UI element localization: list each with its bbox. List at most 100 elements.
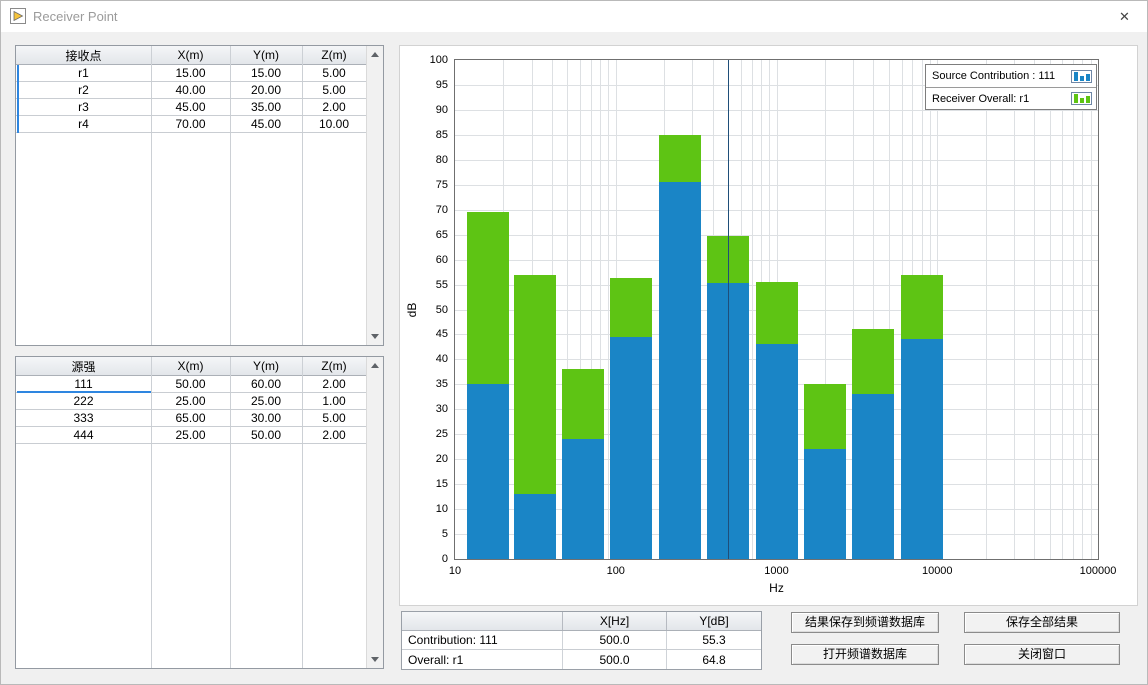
y-tick-label: 65 (400, 229, 448, 241)
receiver-point-table[interactable]: 接收点X(m)Y(m)Z(m)r115.0015.005.00r240.0020… (15, 45, 384, 346)
table-row[interactable]: r115.0015.005.00 (16, 65, 366, 82)
y-tick-label: 95 (400, 79, 448, 91)
x-tick-label: 10 (449, 565, 461, 577)
plot-legend[interactable]: Source Contribution : 111Receiver Overal… (925, 64, 1097, 110)
table-header-cell: X(m) (151, 357, 230, 375)
table-cell: 45.00 (151, 99, 230, 115)
y-tick-label: 45 (400, 328, 448, 340)
legend-plot-style-icon (1071, 92, 1092, 105)
bar-segment-overall (852, 329, 894, 394)
x-axis-ticks: 10100100010000100000 (454, 565, 1099, 579)
y-tick-label: 90 (400, 104, 448, 116)
table-cell: r1 (16, 65, 151, 81)
table-row[interactable]: r345.0035.002.00 (16, 99, 366, 116)
readout-cell: 500.0 (563, 650, 667, 669)
table-cell: r2 (16, 82, 151, 98)
cursor-line[interactable] (728, 60, 729, 559)
bar-segment-overall (659, 135, 701, 182)
table-header-cell: Y(m) (230, 46, 302, 64)
readout-cell: Overall: r1 (402, 650, 563, 669)
table-header-cell: 接收点 (16, 46, 151, 64)
table-cell: r3 (16, 99, 151, 115)
table-cell: 5.00 (302, 65, 366, 81)
y-tick-label: 40 (400, 353, 448, 365)
table-cell: 30.00 (230, 410, 302, 426)
readout-row[interactable]: Contribution: 111500.055.3 (402, 631, 761, 650)
bar-segment-contribution (756, 344, 798, 559)
table-cell: 444 (16, 427, 151, 443)
bar-segment-contribution (659, 182, 701, 559)
table-cell: 35.00 (230, 99, 302, 115)
table-header-row: 接收点X(m)Y(m)Z(m) (16, 46, 366, 65)
table-cell: 2.00 (302, 99, 366, 115)
table-cell: 50.00 (230, 427, 302, 443)
client-area: 接收点X(m)Y(m)Z(m)r115.0015.005.00r240.0020… (1, 33, 1147, 684)
bar-segment-contribution (562, 439, 604, 559)
bar-segment-contribution (901, 339, 943, 559)
selection-indicator (17, 391, 151, 393)
table-cell: 111 (16, 376, 151, 392)
y-tick-label: 100 (400, 54, 448, 66)
bar-segment-overall (467, 212, 509, 384)
vertical-scrollbar[interactable] (366, 357, 383, 668)
app-window: Receiver Point ✕ 接收点X(m)Y(m)Z(m)r115.001… (0, 0, 1148, 685)
spectrum-chart-panel: dB 0510152025303540455055606570758085909… (399, 45, 1138, 606)
source-strength-table[interactable]: 源强X(m)Y(m)Z(m)11150.0060.002.0022225.002… (15, 356, 384, 669)
y-tick-label: 20 (400, 453, 448, 465)
y-tick-label: 75 (400, 179, 448, 191)
labview-app-icon (10, 8, 26, 24)
table-header-row: 源强X(m)Y(m)Z(m) (16, 357, 366, 376)
table-cell: 40.00 (151, 82, 230, 98)
table-row[interactable]: 22225.0025.001.00 (16, 393, 366, 410)
table-cell: 5.00 (302, 82, 366, 98)
readout-header-cell: Y[dB] (667, 612, 761, 630)
vertical-scrollbar[interactable] (366, 46, 383, 345)
table-cell: 2.00 (302, 427, 366, 443)
table-header-cell: X(m) (151, 46, 230, 64)
table-row[interactable]: 33365.0030.005.00 (16, 410, 366, 427)
y-tick-label: 15 (400, 478, 448, 490)
table-cell: r4 (16, 116, 151, 132)
bar-segment-contribution (804, 449, 846, 559)
open-spectrum-db-button[interactable]: 打开频谱数据库 (791, 644, 939, 665)
table-row[interactable]: r470.0045.0010.00 (16, 116, 366, 133)
table-cell: 222 (16, 393, 151, 409)
table-header-cell: Y(m) (230, 357, 302, 375)
readout-row[interactable]: Overall: r1500.064.8 (402, 650, 761, 669)
table-row[interactable]: r240.0020.005.00 (16, 82, 366, 99)
save-all-results-button[interactable]: 保存全部结果 (964, 612, 1120, 633)
table-header-cell: Z(m) (302, 357, 366, 375)
y-axis-ticks: 0510152025303540455055606570758085909510… (400, 46, 448, 605)
bar-segment-overall (756, 282, 798, 344)
table-cell: 333 (16, 410, 151, 426)
bar-segment-overall (562, 369, 604, 439)
table-cell: 50.00 (151, 376, 230, 392)
bar-segment-overall (901, 275, 943, 340)
close-window-button[interactable]: 关闭窗口 (964, 644, 1120, 665)
table-header-cell: 源强 (16, 357, 151, 375)
table-row[interactable]: 44425.0050.002.00 (16, 427, 366, 444)
scroll-up-icon (371, 363, 379, 368)
plot-area (454, 59, 1099, 560)
save-to-spectrum-db-button[interactable]: 结果保存到频谱数据库 (791, 612, 939, 633)
x-tick-label: 100000 (1080, 565, 1117, 577)
scroll-down-button[interactable] (367, 651, 383, 668)
scroll-up-button[interactable] (367, 357, 383, 374)
scroll-down-button[interactable] (367, 328, 383, 345)
legend-entry[interactable]: Source Contribution : 111 (926, 65, 1096, 87)
readout-cell: Contribution: 111 (402, 631, 563, 649)
y-tick-label: 80 (400, 154, 448, 166)
close-button[interactable]: ✕ (1102, 1, 1147, 32)
table-cell: 25.00 (151, 427, 230, 443)
scroll-up-button[interactable] (367, 46, 383, 63)
bar-segment-contribution (852, 394, 894, 559)
y-tick-label: 35 (400, 378, 448, 390)
table-cell: 1.00 (302, 393, 366, 409)
legend-entry[interactable]: Receiver Overall: r1 (926, 87, 1096, 109)
titlebar: Receiver Point ✕ (1, 1, 1147, 32)
table-cell: 45.00 (230, 116, 302, 132)
scroll-up-icon (371, 52, 379, 57)
scroll-down-icon (371, 657, 379, 662)
x-tick-label: 1000 (764, 565, 788, 577)
x-axis-label: Hz (454, 581, 1099, 595)
